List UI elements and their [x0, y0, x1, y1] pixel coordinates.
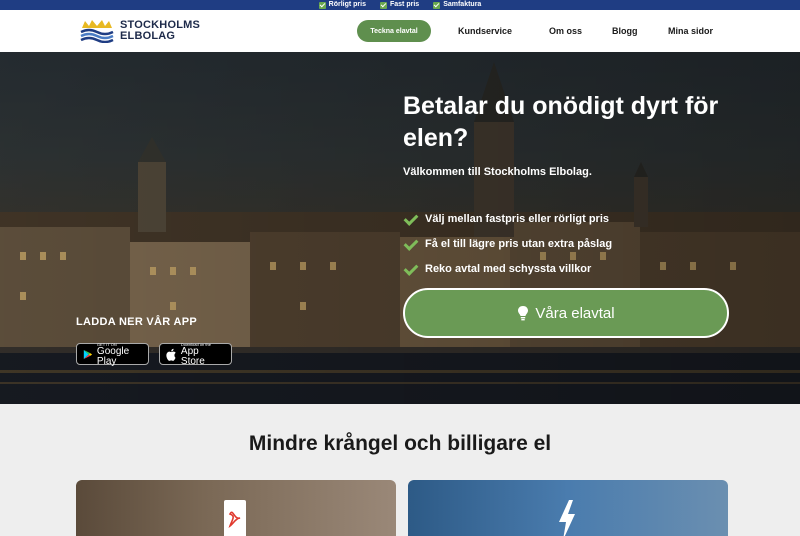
nav-om-oss[interactable]: Om oss — [549, 10, 582, 52]
crown-waves-icon — [80, 20, 114, 43]
check-icon — [433, 1, 441, 9]
check-icon — [403, 237, 417, 251]
app-store-badge[interactable]: Download on the App Store — [159, 342, 232, 366]
site-logo[interactable]: STOCKHOLMS ELBOLAG — [80, 19, 200, 43]
features-section: Mindre krångel och billigare el — [0, 404, 800, 536]
usp-item: Fast pris — [380, 0, 419, 10]
check-icon — [380, 1, 387, 9]
google-play-icon — [83, 349, 93, 359]
check-icon — [403, 262, 417, 276]
vara-elavtal-button[interactable]: Våra elavtal — [403, 288, 729, 338]
benefit-item: Reko avtal med schyssta villkor — [403, 256, 612, 281]
lightbulb-icon — [518, 306, 529, 321]
check-icon — [318, 1, 326, 9]
nav-kundservice[interactable]: Kundservice — [458, 10, 512, 52]
google-play-badge[interactable]: GET IT ON Google Play — [76, 342, 149, 366]
nav-mina-sidor[interactable]: Mina sidor — [668, 10, 713, 52]
hero-welcome: Välkommen till Stockholms Elbolag. — [403, 166, 592, 178]
site-header: STOCKHOLMS ELBOLAG Teckna elavtal Kundse… — [0, 10, 800, 52]
check-icon — [403, 212, 417, 226]
benefit-item: Få el till lägre pris utan extra påslag — [403, 231, 612, 256]
nav-blogg[interactable]: Blogg — [612, 10, 638, 52]
teckna-elavtal-button[interactable]: Teckna elavtal — [357, 20, 431, 42]
section-title: Mindre krångel och billigare el — [248, 432, 552, 455]
logo-text: STOCKHOLMS ELBOLAG — [120, 19, 201, 42]
usp-item: Rörligt pris — [318, 0, 366, 10]
usp-bar: Rörligt pris Fast pris Samfaktura — [0, 0, 800, 10]
lightning-icon — [559, 500, 575, 536]
hero-section: Betalar du onödigt dyrt för elen? Välkom… — [0, 52, 800, 404]
apple-icon — [166, 348, 176, 361]
app-download-label: LADDA NER VÅR APP — [76, 316, 198, 328]
hero-title: Betalar du onödigt dyrt för elen? — [403, 92, 719, 152]
benefit-list: Välj mellan fastpris eller rörligt pris … — [403, 206, 612, 281]
feature-card[interactable] — [76, 480, 396, 536]
feature-card[interactable] — [408, 480, 728, 536]
benefit-item: Välj mellan fastpris eller rörligt pris — [403, 206, 612, 231]
pdf-icon — [224, 500, 246, 536]
usp-item: Samfaktura — [433, 0, 481, 10]
